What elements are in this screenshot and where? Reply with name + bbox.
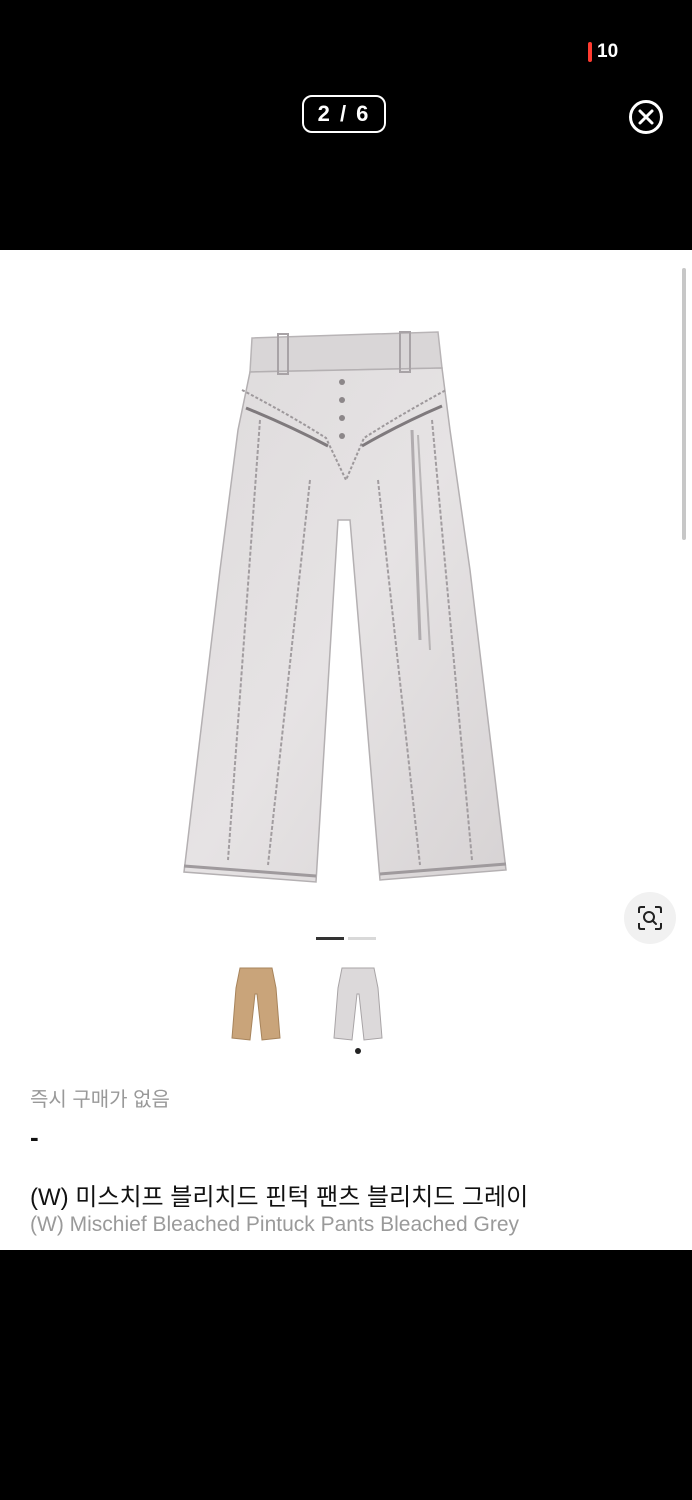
scrollbar[interactable] bbox=[682, 268, 686, 540]
close-button[interactable] bbox=[628, 99, 664, 135]
product-image[interactable] bbox=[150, 320, 550, 900]
product-name-en: (W) Mischief Bleached Pintuck Pants Blea… bbox=[30, 1213, 520, 1236]
product-name-ko: (W) 미스치프 블리치드 핀턱 팬츠 블리치드 그레이 bbox=[30, 1184, 529, 1211]
price: - bbox=[30, 1122, 39, 1152]
grey-pants-thumbnail bbox=[333, 967, 383, 1041]
beige-pants-thumbnail bbox=[231, 967, 281, 1041]
carousel-indicator bbox=[316, 937, 376, 940]
availability-notice: 즉시 구매가 없음 bbox=[30, 1089, 170, 1111]
color-thumbnails bbox=[220, 958, 394, 1054]
thumbnail-beige[interactable] bbox=[220, 958, 292, 1054]
image-counter: 2 / 6 bbox=[302, 95, 386, 133]
battery-level: 10 bbox=[597, 41, 619, 62]
visual-search-button[interactable] bbox=[624, 892, 676, 944]
thumbnail-grey[interactable] bbox=[322, 958, 394, 1054]
viewer-header: 10 2 / 6 bbox=[0, 0, 692, 250]
selected-indicator bbox=[355, 1048, 361, 1054]
close-circle-icon bbox=[629, 100, 663, 134]
product-sheet: 즉시 구매가 없음 - (W) 미스치프 블리치드 핀턱 팬츠 블리치드 그레이… bbox=[0, 250, 692, 1250]
battery-icon bbox=[588, 42, 592, 62]
carousel-dot bbox=[316, 937, 344, 940]
carousel-dot bbox=[348, 937, 376, 940]
visual-search-icon bbox=[638, 906, 662, 930]
viewer-footer bbox=[0, 1250, 692, 1500]
battery-indicator: 10 bbox=[588, 40, 618, 64]
